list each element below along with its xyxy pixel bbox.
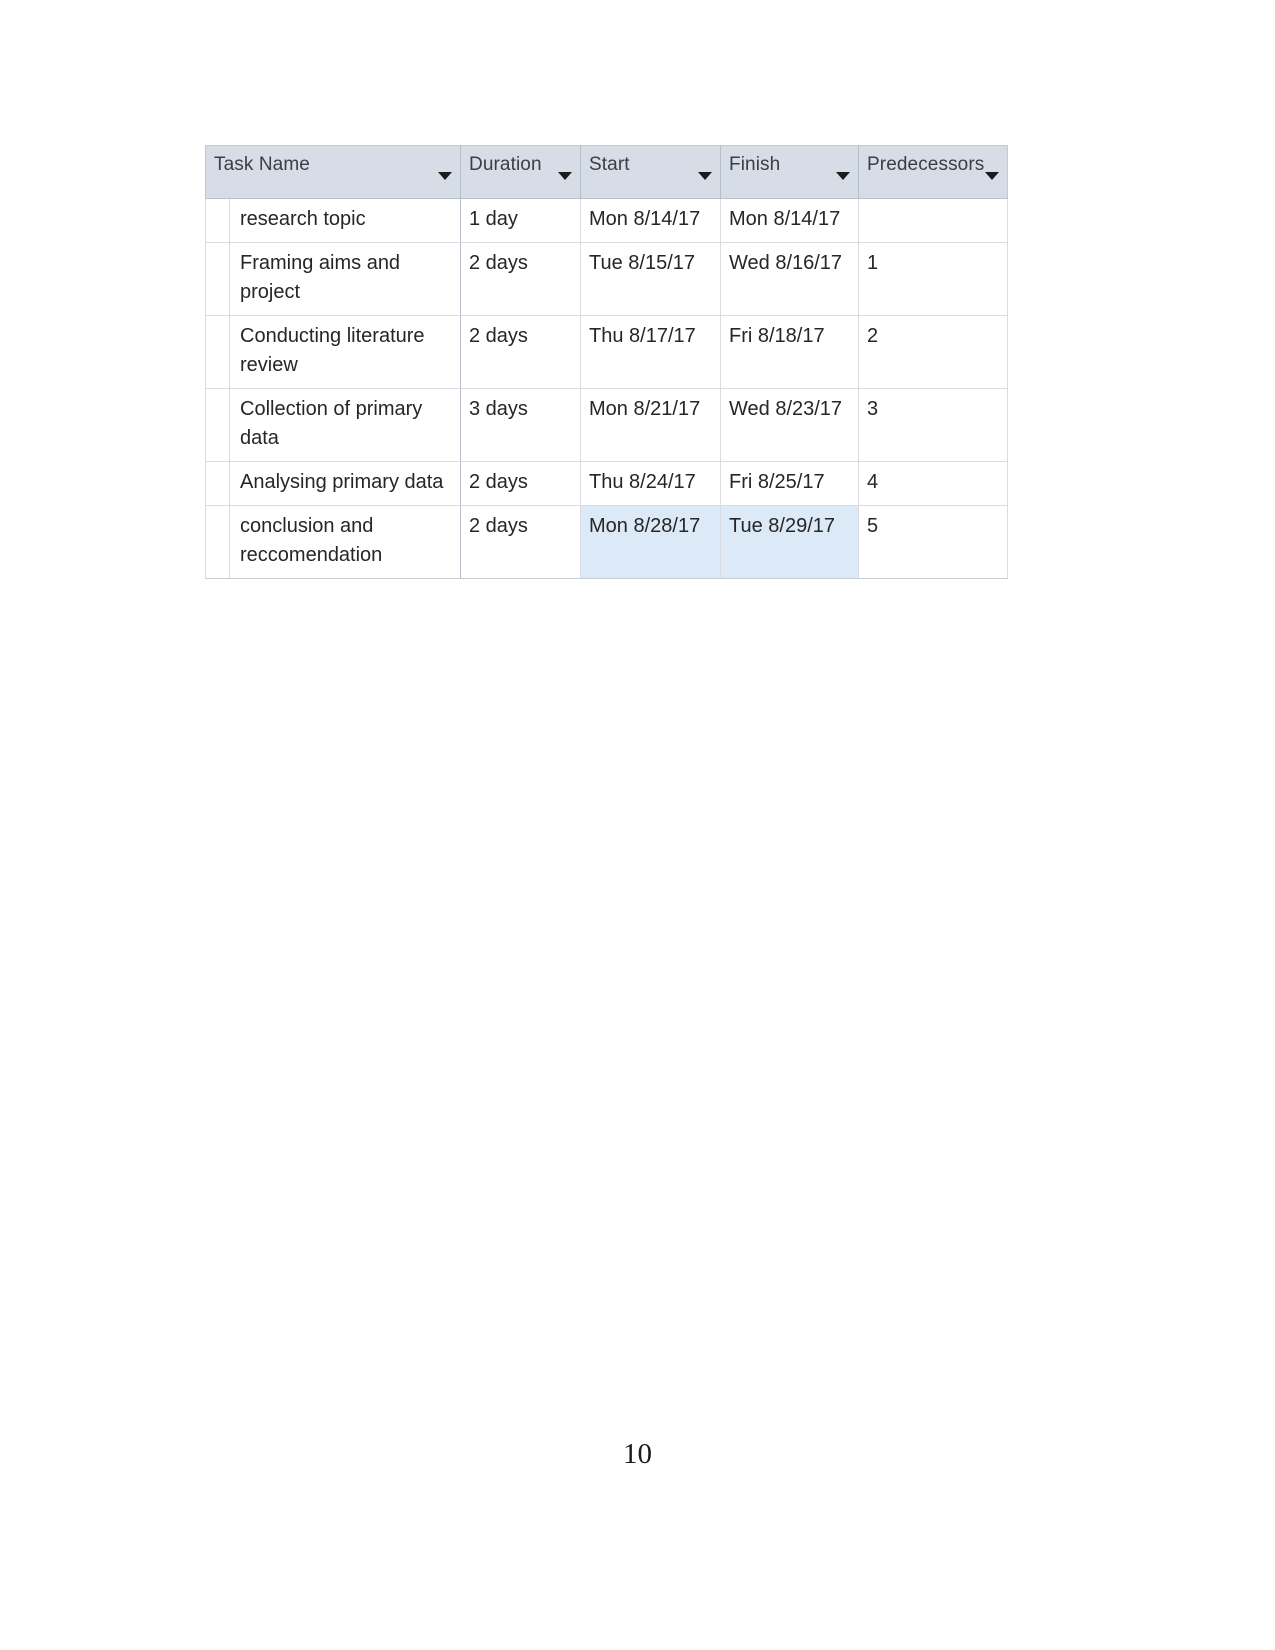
cell-predecessors[interactable] bbox=[858, 198, 1008, 243]
cell-start[interactable]: Thu 8/17/17 bbox=[580, 315, 721, 389]
cell-predecessors[interactable]: 3 bbox=[858, 388, 1008, 462]
cell-task-name[interactable]: Conducting literature review bbox=[229, 315, 461, 389]
table-row[interactable]: Framing aims and project 2 days Tue 8/15… bbox=[205, 242, 1008, 316]
column-header-task-name[interactable]: Task Name bbox=[205, 145, 461, 199]
table-row[interactable]: Conducting literature review 2 days Thu … bbox=[205, 315, 1008, 389]
cell-finish[interactable]: Mon 8/14/17 bbox=[720, 198, 859, 243]
table-header-row: Task Name Duration Start Finish Predeces… bbox=[205, 145, 1008, 199]
row-indent-cell bbox=[205, 315, 230, 389]
cell-task-name[interactable]: Analysing primary data bbox=[229, 461, 461, 506]
page-number: 10 bbox=[623, 1438, 652, 1470]
document-page: Task Name Duration Start Finish Predeces… bbox=[0, 0, 1275, 1650]
cell-duration[interactable]: 2 days bbox=[460, 505, 581, 579]
chevron-down-icon-finish[interactable] bbox=[836, 172, 850, 180]
cell-duration[interactable]: 2 days bbox=[460, 242, 581, 316]
row-indent-cell bbox=[205, 461, 230, 506]
cell-task-name[interactable]: research topic bbox=[229, 198, 461, 243]
cell-start[interactable]: Mon 8/21/17 bbox=[580, 388, 721, 462]
row-indent-cell bbox=[205, 198, 230, 243]
cell-predecessors[interactable]: 1 bbox=[858, 242, 1008, 316]
cell-task-name[interactable]: conclusion and reccomendation bbox=[229, 505, 461, 579]
chevron-down-icon-duration[interactable] bbox=[558, 172, 572, 180]
table-body: research topic 1 day Mon 8/14/17 Mon 8/1… bbox=[205, 198, 1008, 579]
cell-finish[interactable]: Tue 8/29/17 bbox=[720, 505, 859, 579]
cell-start[interactable]: Tue 8/15/17 bbox=[580, 242, 721, 316]
column-header-duration[interactable]: Duration bbox=[460, 145, 581, 199]
table-header: Task Name Duration Start Finish Predeces… bbox=[205, 145, 1008, 199]
chevron-down-icon-predecessors[interactable] bbox=[985, 172, 999, 180]
column-header-start[interactable]: Start bbox=[580, 145, 721, 199]
cell-start[interactable]: Mon 8/14/17 bbox=[580, 198, 721, 243]
project-task-table: Task Name Duration Start Finish Predeces… bbox=[205, 145, 1008, 579]
cell-finish[interactable]: Fri 8/25/17 bbox=[720, 461, 859, 506]
cell-duration[interactable]: 2 days bbox=[460, 315, 581, 389]
cell-duration[interactable]: 1 day bbox=[460, 198, 581, 243]
row-indent-cell bbox=[205, 242, 230, 316]
cell-start[interactable]: Mon 8/28/17 bbox=[580, 505, 721, 579]
cell-finish[interactable]: Wed 8/23/17 bbox=[720, 388, 859, 462]
cell-predecessors[interactable]: 2 bbox=[858, 315, 1008, 389]
cell-start[interactable]: Thu 8/24/17 bbox=[580, 461, 721, 506]
column-header-finish[interactable]: Finish bbox=[720, 145, 859, 199]
column-header-predecessors[interactable]: Predecessors bbox=[858, 145, 1008, 199]
cell-finish[interactable]: Fri 8/18/17 bbox=[720, 315, 859, 389]
table-row[interactable]: research topic 1 day Mon 8/14/17 Mon 8/1… bbox=[205, 198, 1008, 243]
cell-task-name[interactable]: Collection of primary data bbox=[229, 388, 461, 462]
chevron-down-icon-start[interactable] bbox=[698, 172, 712, 180]
cell-predecessors[interactable]: 5 bbox=[858, 505, 1008, 579]
table-row-selected[interactable]: conclusion and reccomendation 2 days Mon… bbox=[205, 505, 1008, 579]
row-indent-cell bbox=[205, 505, 230, 579]
table-row[interactable]: Analysing primary data 2 days Thu 8/24/1… bbox=[205, 461, 1008, 506]
column-header-task-name-label: Task Name bbox=[214, 154, 310, 175]
cell-duration[interactable]: 3 days bbox=[460, 388, 581, 462]
cell-finish[interactable]: Wed 8/16/17 bbox=[720, 242, 859, 316]
cell-duration[interactable]: 2 days bbox=[460, 461, 581, 506]
cell-predecessors[interactable]: 4 bbox=[858, 461, 1008, 506]
row-indent-cell bbox=[205, 388, 230, 462]
table-row[interactable]: Collection of primary data 3 days Mon 8/… bbox=[205, 388, 1008, 462]
chevron-down-icon-task-name[interactable] bbox=[438, 172, 452, 180]
task-table: Task Name Duration Start Finish Predeces… bbox=[205, 145, 1008, 579]
cell-task-name[interactable]: Framing aims and project bbox=[229, 242, 461, 316]
